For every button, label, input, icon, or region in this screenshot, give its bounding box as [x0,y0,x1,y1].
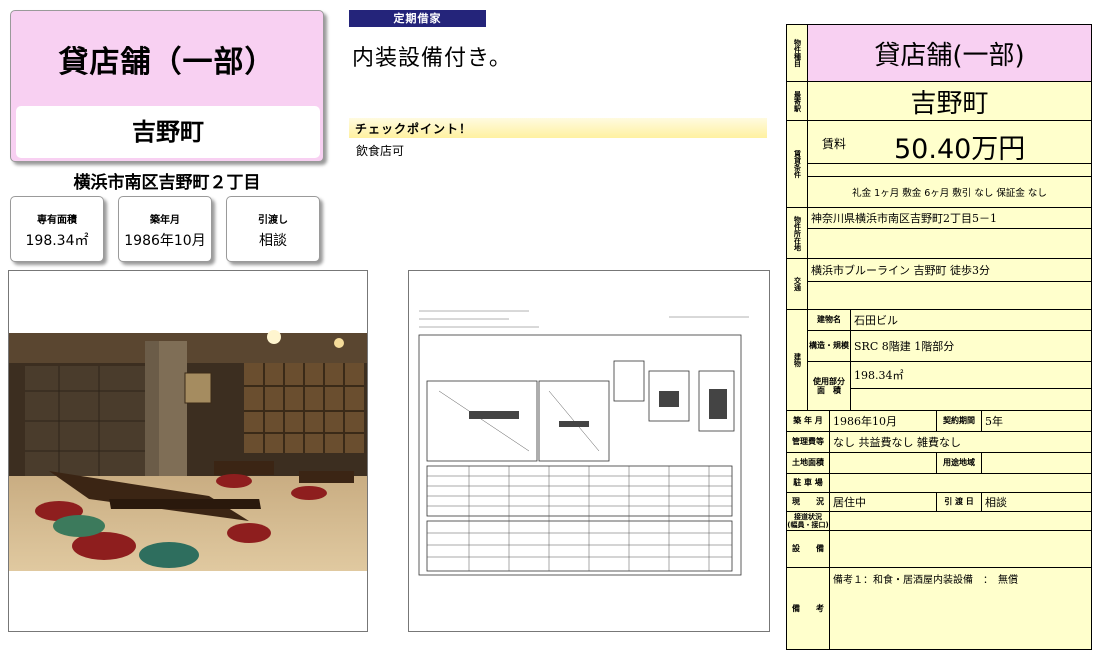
terms-blank-row [807,163,1092,177]
station-label: 最寄駅 [786,81,808,121]
facilities-value [829,530,1092,568]
structure-label: 構造・規模 [807,330,851,362]
fixed-term-lease-badge: 定期借家 [349,10,486,27]
property-type-heading: 貸店舗（一部） [58,45,276,80]
land-area-label: 土地面積 [786,452,830,474]
land-area-value [829,452,937,474]
road-access-value [829,511,1092,531]
interior-photo [9,330,367,571]
floor-plan-drawing [418,310,749,576]
info-box-built: 築年月 1986年10月 [118,196,212,262]
type-label: 物件種目 [786,24,808,82]
built-date-value: 1986年10月 [829,410,937,432]
town-name: 吉野町 [132,118,204,146]
remarks-label: 備 考 [786,567,830,650]
used-area-label: 使用部分 面 積 [807,361,851,411]
current-status-label: 現 況 [786,492,830,512]
built-label: 築年月 [150,215,180,226]
road-access-label: 接道状況 (幅員・接口) [786,511,830,531]
zoning-value [981,452,1092,474]
transport-blank-row [807,281,1092,310]
handover-label: 引渡し [258,215,288,226]
location-blank-row [807,228,1092,259]
handover-date-label: 引 渡 日 [936,492,982,512]
rent-value: 50.40万円 [894,134,1026,165]
interior-photo-frame [8,270,368,632]
terms-label: 賃貸条件 [786,120,808,208]
handover-date-value: 相談 [981,492,1092,512]
contract-period-label: 契約期間 [936,410,982,432]
rent-row: 賃料 50.40万円 [807,120,1092,165]
transport-label: 交通 [786,258,808,310]
location-value: 神奈川県横浜市南区吉野町2丁目5－1 [807,207,1092,229]
type-value: 貸店舗(一部) [807,24,1092,82]
contract-period-value: 5年 [981,410,1092,432]
parking-value [829,473,1092,493]
transport-value: 横浜市ブルーライン 吉野町 徒歩3分 [807,258,1092,282]
property-detail-sheet: 物件種目 貸店舗(一部) 最寄駅 吉野町 賃貸条件 賃料 50.40万円 礼金 … [786,24,1092,650]
rent-label: 賃料 [822,137,847,151]
checkpoint-note: 飲食店可 [356,144,405,158]
handover-value: 相談 [259,233,287,249]
management-fee-label: 管理費等 [786,431,830,453]
built-date-label: 築 年 月 [786,410,830,432]
headline: 内装設備付き。 [352,46,512,71]
management-fee-value: なし 共益費なし 雑費なし [829,431,1092,453]
building-name-label: 建物名 [807,309,851,331]
floor-plan-frame [408,270,770,632]
info-box-area: 専有面積 198.34㎡ [10,196,104,262]
property-title-card: 貸店舗（一部） 吉野町 [10,10,324,162]
station-value: 吉野町 [807,81,1092,121]
fees-row: 礼金 1ヶ月 敷金 6ヶ月 敷引 なし 保証金 なし [807,176,1092,208]
area-value: 198.34㎡ [25,233,89,249]
location-label: 物件所在地 [786,207,808,259]
current-status-value: 居住中 [829,492,937,512]
facilities-label: 設 備 [786,530,830,568]
zoning-label: 用途地域 [936,452,982,474]
remarks-value: 備考１：和食・居酒屋内装設備 ： 無償 [829,567,1092,650]
used-area-blank-row [850,388,1092,411]
built-value: 1986年10月 [124,233,206,249]
used-area-value: 198.34㎡ [850,361,1092,389]
town-box: 吉野町 [16,106,320,158]
checkpoint-bar: チェックポイント！ [349,118,767,138]
building-label: 建物 [786,309,808,411]
info-box-handover: 引渡し 相談 [226,196,320,262]
checkpoint-heading: チェックポイント！ [355,122,473,136]
structure-value: SRC 8階建 1階部分 [850,330,1092,362]
address-line: 横浜市南区吉野町２丁目 [73,173,261,193]
parking-label: 駐 車 場 [786,473,830,493]
area-label: 専有面積 [37,215,77,226]
building-name-value: 石田ビル [850,309,1092,331]
